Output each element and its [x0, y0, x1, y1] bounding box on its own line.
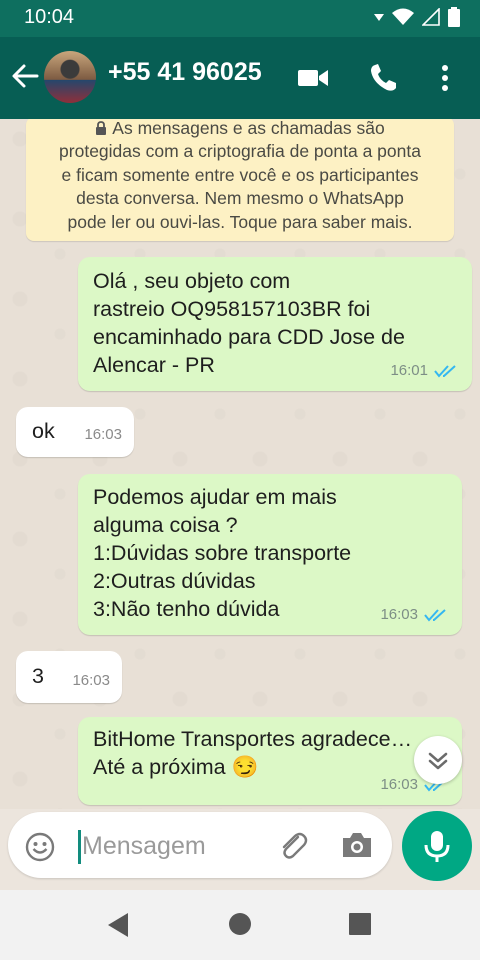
status-icons [374, 7, 460, 27]
scroll-to-bottom-button[interactable] [414, 736, 462, 784]
encryption-line: desta conversa. Nem mesmo o WhatsApp [76, 188, 404, 209]
encryption-line: As mensagens e as chamadas são [34, 119, 446, 140]
chat-header: +55 41 96025 [0, 37, 480, 119]
message-time: 16:03 [72, 672, 110, 689]
message-time: 16:01 [390, 362, 428, 379]
text-caret [78, 830, 81, 864]
battery-icon [448, 7, 460, 27]
message-time: 16:03 [380, 776, 418, 793]
message-meta: 16:03 [84, 421, 122, 449]
message-meta: 16:03 [380, 601, 448, 629]
nav-recents-icon[interactable] [348, 912, 372, 936]
encryption-line: pode ler ou ouvi-las. Toque para saber m… [67, 211, 413, 232]
message-meta: 16:01 [390, 357, 458, 385]
nav-home-icon[interactable] [228, 912, 252, 936]
lock-icon [96, 121, 107, 135]
video-call-icon[interactable] [296, 61, 330, 95]
outgoing-message[interactable]: Podemos ajudar em mais alguma coisa ? 1:… [78, 474, 462, 635]
nav-back-icon[interactable] [106, 912, 130, 938]
mic-button[interactable] [402, 811, 472, 881]
status-bar: 10:04 [0, 0, 480, 37]
signal-icon [422, 8, 440, 26]
overflow-menu-icon[interactable] [430, 61, 460, 95]
message-placeholder: Mensagem [82, 832, 206, 860]
contact-name[interactable]: +55 41 96025 [108, 58, 284, 87]
encryption-line: protegidas com a criptografia de ponta a… [59, 141, 421, 162]
incoming-message[interactable]: ok 16:03 [16, 407, 134, 457]
encryption-line: e ficam somente entre você e os particip… [61, 164, 419, 185]
status-time: 10:04 [24, 6, 75, 28]
message-time: 16:03 [380, 606, 418, 623]
contact-avatar[interactable] [44, 51, 96, 103]
composer-row: Mensagem [0, 809, 480, 890]
wifi-icon [392, 8, 414, 25]
chat-area[interactable]: As mensagens e as chamadas são protegida… [0, 119, 480, 809]
mic-icon [424, 831, 450, 862]
message-time: 16:03 [84, 426, 122, 443]
data-arrow-icon [374, 14, 384, 21]
back-arrow-icon[interactable] [10, 61, 40, 91]
encryption-notice[interactable]: As mensagens e as chamadas são protegida… [26, 119, 454, 241]
message-meta: 16:03 [72, 667, 110, 695]
incoming-message[interactable]: 3 16:03 [16, 651, 122, 703]
message-text: BitHome Transportes agradece… Até a próx… [93, 727, 413, 779]
read-ticks-icon [424, 609, 446, 622]
attach-icon[interactable] [276, 829, 310, 863]
read-ticks-icon [434, 365, 456, 378]
message-text: ok [32, 419, 55, 443]
emoji-icon[interactable] [24, 831, 56, 863]
camera-icon[interactable] [340, 830, 374, 860]
message-input[interactable]: Mensagem [8, 812, 392, 878]
outgoing-message[interactable]: Olá , seu objeto com rastreio OQ95815710… [78, 257, 472, 391]
chevron-double-down-icon [428, 752, 448, 770]
voice-call-icon[interactable] [367, 61, 401, 95]
system-nav-bar [0, 890, 480, 960]
message-text: 3 [32, 664, 44, 688]
outgoing-message[interactable]: BitHome Transportes agradece… Até a próx… [78, 717, 462, 805]
